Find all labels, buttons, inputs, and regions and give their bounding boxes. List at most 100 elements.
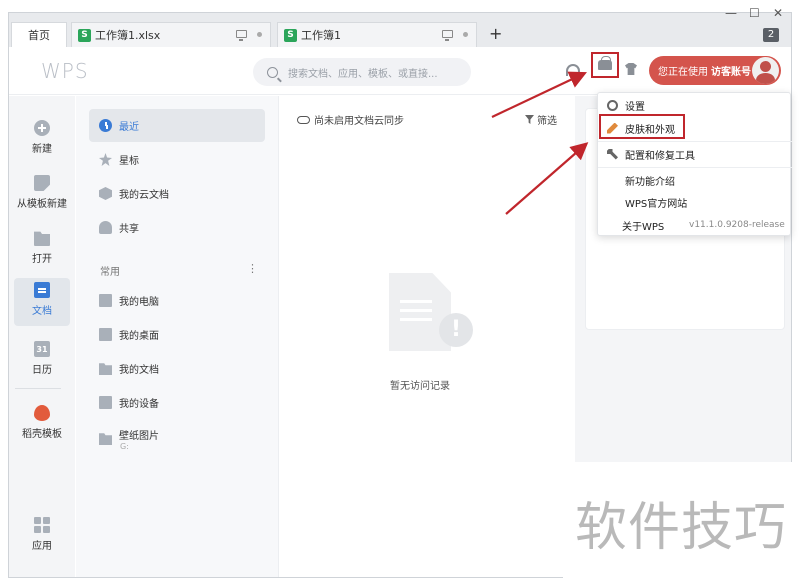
drive-letter: G: <box>120 442 129 451</box>
menu-divider <box>598 167 792 168</box>
desktop-icon <box>99 328 112 341</box>
maximize-button[interactable]: ☐ <box>749 6 760 20</box>
nav-label: 星标 <box>119 156 139 167</box>
close-window-button[interactable]: ✕ <box>773 6 783 20</box>
menu-item-about[interactable]: 关于WPS v11.1.0.9208-release <box>598 214 792 236</box>
rail-documents[interactable]: 文档 <box>14 278 70 326</box>
search-icon <box>267 66 278 78</box>
user-name: 访客账号 <box>711 67 751 78</box>
location-desktop[interactable]: 我的桌面 <box>89 318 265 351</box>
headset-icon[interactable] <box>566 64 580 76</box>
version-label: v11.1.0.9208-release <box>689 220 785 230</box>
tab-status-dot-icon[interactable] <box>257 31 262 37</box>
rail-apps[interactable]: 应用 <box>14 513 70 559</box>
plus-icon <box>34 120 50 136</box>
calendar-icon: 31 <box>34 341 50 357</box>
tab-label: 工作簿1.xlsx <box>95 29 161 42</box>
skin-icon <box>598 56 612 70</box>
nav-item-shared[interactable]: 共享 <box>89 211 265 244</box>
wrench-icon <box>607 148 618 160</box>
menu-divider <box>598 141 792 142</box>
rail-divider <box>15 388 61 389</box>
tab-label: 工作簿1 <box>301 29 341 42</box>
cloud-doc-icon <box>99 187 112 200</box>
rail-new-from-template[interactable]: 从模板新建 <box>14 171 70 217</box>
avatar[interactable] <box>752 57 779 84</box>
spreadsheet-icon: S <box>284 28 297 42</box>
wps-logo: WPS <box>41 59 89 83</box>
nav-item-starred[interactable]: 星标 <box>89 143 265 176</box>
rail-label: 应用 <box>32 541 52 552</box>
tab-home[interactable]: 首页 <box>11 22 67 47</box>
template-icon <box>34 175 50 191</box>
filter-label: 筛选 <box>537 116 557 127</box>
rail-label: 打开 <box>32 254 52 265</box>
folder-icon <box>99 363 112 375</box>
nav-label: 最近 <box>119 122 139 133</box>
clock-icon <box>99 119 112 132</box>
search-input[interactable]: 搜索文档、应用、模板、或直接... <box>253 58 471 86</box>
menu-label: 新功能介绍 <box>625 176 675 188</box>
menu-label: 设置 <box>625 101 645 113</box>
nav-label: 我的文档 <box>119 365 159 376</box>
tab-workbook-xlsx[interactable]: S 工作簿1.xlsx <box>71 22 271 47</box>
location-my-computer[interactable]: 我的电脑 <box>89 284 265 317</box>
empty-state-text: 暂无访问记录 <box>390 381 450 392</box>
empty-document-lines <box>400 300 432 303</box>
location-my-documents[interactable]: 我的文档 <box>89 352 265 385</box>
rail-new[interactable]: 新建 <box>14 116 70 162</box>
nav-label: 我的设备 <box>119 399 159 410</box>
skin-menu-highlight-box <box>599 114 685 139</box>
skin-settings-button[interactable] <box>591 52 619 78</box>
rail-label: 从模板新建 <box>17 199 67 210</box>
user-status: 您正在使用 <box>658 67 708 78</box>
document-icon <box>34 282 50 298</box>
menu-item-repair-tool[interactable]: 配置和修复工具 <box>598 143 792 165</box>
docer-icon <box>34 405 50 421</box>
monitor-icon[interactable] <box>442 30 453 41</box>
menu-label: WPS官方网站 <box>625 198 688 210</box>
tab-status-dot-icon[interactable] <box>463 31 468 37</box>
nav-label: 我的桌面 <box>119 331 159 342</box>
menu-label: 关于WPS <box>622 221 665 233</box>
tab-workbook[interactable]: S 工作簿1 <box>277 22 477 47</box>
apps-icon <box>34 517 50 533</box>
cloud-sync-status[interactable]: 尚未启用文档云同步 <box>297 112 404 127</box>
spreadsheet-icon: S <box>78 28 91 42</box>
new-tab-button[interactable]: + <box>489 24 502 43</box>
rail-label: 日历 <box>32 365 52 376</box>
rail-calendar[interactable]: 31 日历 <box>14 337 70 383</box>
nav-label: 共享 <box>119 224 139 235</box>
more-options-icon[interactable]: ⋮ <box>247 262 258 275</box>
people-icon <box>99 221 112 234</box>
folder-icon <box>99 433 112 445</box>
menu-item-settings[interactable]: 设置 <box>598 94 792 116</box>
rail-docer-templates[interactable]: 稻壳模板 <box>14 401 70 447</box>
rail-label: 新建 <box>32 144 52 155</box>
filter-button[interactable]: 筛选 <box>525 112 557 127</box>
cloud-icon <box>297 115 310 124</box>
menu-item-whats-new[interactable]: 新功能介绍 <box>598 169 792 191</box>
rail-label: 文档 <box>32 306 52 317</box>
monitor-icon[interactable] <box>236 30 247 41</box>
filter-icon <box>525 115 534 124</box>
minimize-button[interactable]: — <box>725 6 737 20</box>
device-icon <box>99 396 112 409</box>
nav-label: 壁纸图片 <box>119 431 159 442</box>
cloud-sync-text: 尚未启用文档云同步 <box>314 116 404 127</box>
nav-item-recent[interactable]: 最近 <box>89 109 265 142</box>
menu-item-website[interactable]: WPS官方网站 <box>598 191 792 213</box>
nav-item-cloud-docs[interactable]: 我的云文档 <box>89 177 265 210</box>
section-label-common: 常用 <box>100 267 120 278</box>
location-wallpaper[interactable]: 壁纸图片 <box>89 421 265 454</box>
search-placeholder: 搜索文档、应用、模板、或直接... <box>288 68 438 80</box>
watermark: 软件技巧 <box>563 462 799 582</box>
folder-icon <box>34 231 50 246</box>
nav-label: 我的电脑 <box>119 297 159 308</box>
gear-icon <box>607 99 618 111</box>
rail-open[interactable]: 打开 <box>14 226 70 272</box>
rail-label: 稻壳模板 <box>22 429 62 440</box>
window-count-badge[interactable]: 2 <box>763 28 779 42</box>
location-my-devices[interactable]: 我的设备 <box>89 386 265 419</box>
nav-label: 我的云文档 <box>119 190 169 201</box>
